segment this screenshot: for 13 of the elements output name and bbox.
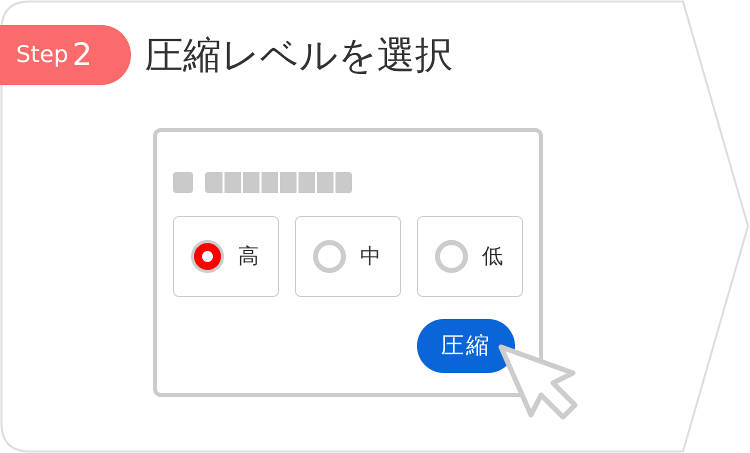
radio-button[interactable] xyxy=(191,240,224,273)
radio-button[interactable] xyxy=(313,240,346,273)
option-label: 高 xyxy=(238,242,259,270)
compress-button[interactable]: 圧縮 xyxy=(417,319,515,373)
option-label: 中 xyxy=(360,242,381,270)
step-title: 圧縮レベルを選択 xyxy=(145,32,453,78)
option-card[interactable]: 中 xyxy=(295,216,401,297)
radio-button[interactable] xyxy=(435,240,468,273)
option-card[interactable]: 低 xyxy=(417,216,523,297)
option-card[interactable]: 高 xyxy=(173,216,279,297)
step-label: Step xyxy=(16,40,68,70)
option-label: 低 xyxy=(482,242,503,270)
step-number: 2 xyxy=(72,36,92,75)
